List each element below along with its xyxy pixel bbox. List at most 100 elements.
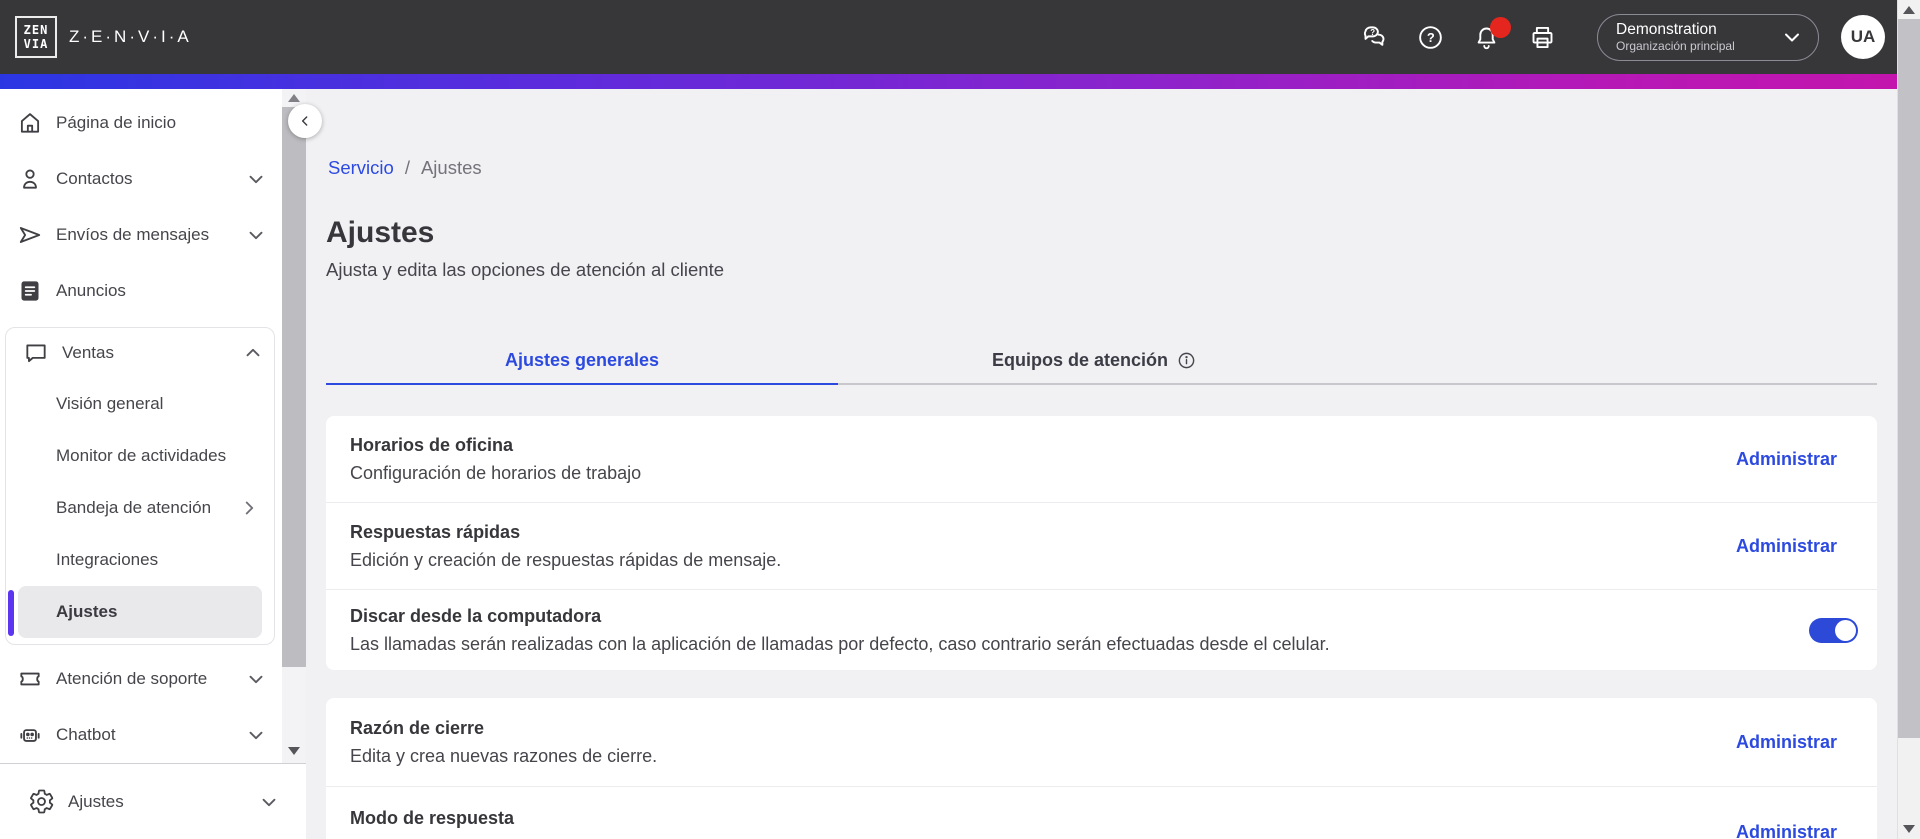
- setting-description: Edición y creación de respuestas rápidas…: [350, 549, 782, 570]
- selected-indicator-bar: [8, 590, 14, 636]
- send-icon: [17, 222, 43, 248]
- settings-card-1: Horarios de oficina Configuración de hor…: [326, 416, 1877, 670]
- sidebar-item-label: Anuncios: [56, 281, 126, 300]
- robot-icon: [17, 722, 43, 748]
- setting-title: Respuestas rápidas: [350, 521, 521, 542]
- sidebar-subitem-integraciones[interactable]: Integraciones: [6, 534, 274, 586]
- chevron-down-icon: [245, 668, 267, 690]
- setting-description: Edita y crea nuevas razones de cierre.: [350, 745, 658, 766]
- sidebar-item-label: Contactos: [56, 169, 133, 188]
- page-scrollbar[interactable]: [1897, 0, 1920, 839]
- sidebar-group-ventas: Ventas Visión general Monitor de activid…: [5, 327, 275, 645]
- breadcrumb: Servicio / Ajustes: [326, 157, 1877, 179]
- tab-ajustes-generales[interactable]: Ajustes generales: [326, 337, 838, 385]
- sidebar-scrollbar[interactable]: [282, 89, 306, 763]
- gear-icon: [28, 788, 55, 815]
- sidebar-scrollbar-thumb[interactable]: [282, 107, 306, 667]
- sidebar-item-anuncios[interactable]: Anuncios: [0, 263, 282, 319]
- setting-row-respuestas-rapidas: Respuestas rápidas Edición y creación de…: [326, 503, 1877, 589]
- organization-name: Demonstration: [1616, 21, 1717, 38]
- scroll-up-arrow[interactable]: [1903, 6, 1915, 14]
- sidebar-item-ventas[interactable]: Ventas: [6, 328, 274, 378]
- sidebar-item-label: Chatbot: [56, 725, 116, 744]
- sidebar-subitem-label: Bandeja de atención: [56, 498, 212, 517]
- chevron-down-icon: [245, 168, 267, 190]
- scroll-down-arrow[interactable]: [288, 747, 300, 755]
- home-icon: [17, 110, 43, 136]
- sidebar-item-label: Página de inicio: [56, 113, 177, 132]
- chevron-up-icon: [242, 342, 264, 364]
- tab-equipos-de-atencion[interactable]: Equipos de atención: [838, 337, 1350, 383]
- top-header: ZEN VIA Z·E·N·V·I·A ? ? Demonstration Or…: [0, 0, 1897, 74]
- setting-title: Discar desde la computadora: [350, 605, 602, 626]
- sidebar-scroll-area: Página de inicio Contactos Envíos de men…: [0, 89, 282, 763]
- tab-bar: Ajustes generales Equipos de atención: [326, 337, 1877, 385]
- chevron-right-icon: [238, 497, 260, 519]
- sidebar-item-envios-de-mensajes[interactable]: Envíos de mensajes: [0, 207, 282, 263]
- sidebar-subitem-monitor-de-actividades[interactable]: Monitor de actividades: [6, 430, 274, 482]
- notifications-icon[interactable]: [1473, 16, 1511, 51]
- svg-text:?: ?: [1427, 30, 1435, 45]
- organization-subtitle: Organización principal: [1616, 39, 1735, 53]
- zenvia-logo-icon: ZEN VIA: [15, 16, 57, 58]
- chevron-down-icon: [245, 724, 267, 746]
- info-icon[interactable]: [1177, 351, 1196, 370]
- administrar-link[interactable]: Administrar: [1736, 822, 1837, 839]
- sidebar-subitem-bandeja-de-atencion[interactable]: Bandeja de atención: [6, 482, 274, 534]
- tab-label: Ajustes generales: [504, 349, 660, 370]
- print-icon[interactable]: [1529, 24, 1556, 51]
- news-icon: [17, 278, 43, 304]
- person-icon: [17, 166, 43, 192]
- page-scrollbar-thumb[interactable]: [1898, 19, 1920, 738]
- setting-row-modo-de-respuesta: Modo de respuesta Administrar: [326, 787, 1877, 839]
- settings-card-2: Razón de cierre Edita y crea nuevas razo…: [326, 698, 1877, 839]
- sidebar-item-atencion-de-soporte[interactable]: Atención de soporte: [0, 651, 282, 707]
- administrar-link[interactable]: Administrar: [1736, 732, 1837, 753]
- brand-gradient-bar: [0, 74, 1897, 89]
- sidebar-subitem-vision-general[interactable]: Visión general: [6, 378, 274, 430]
- sidebar-item-ajustes-bottom[interactable]: Ajustes: [0, 764, 306, 839]
- sidebar-item-label: Atención de soporte: [56, 669, 208, 688]
- sidebar-item-label: Envíos de mensajes: [56, 225, 210, 244]
- page-title: Ajustes: [326, 216, 435, 249]
- chevron-down-icon: [258, 791, 280, 813]
- setting-title: Horarios de oficina: [350, 434, 514, 455]
- sidebar-item-contactos[interactable]: Contactos: [0, 151, 282, 207]
- sidebar-subitem-label: Integraciones: [56, 550, 159, 569]
- sidebar-item-chatbot[interactable]: Chatbot: [0, 707, 282, 763]
- chevron-down-icon: [245, 224, 267, 246]
- sidebar-subitem-label: Monitor de actividades: [56, 446, 227, 465]
- administrar-link[interactable]: Administrar: [1736, 449, 1837, 470]
- notification-badge: [1490, 16, 1511, 38]
- user-avatar[interactable]: UA: [1841, 15, 1885, 59]
- setting-title: Modo de respuesta: [350, 808, 515, 828]
- chevron-left-icon: [301, 116, 308, 126]
- sidebar-collapse-button[interactable]: [288, 104, 322, 138]
- sidebar-item-pagina-de-inicio[interactable]: Página de inicio: [0, 95, 282, 151]
- breadcrumb-separator: /: [404, 157, 410, 178]
- breadcrumb-link-servicio[interactable]: Servicio: [328, 157, 394, 179]
- logo-row-1: ZEN: [23, 22, 49, 37]
- page-subtitle: Ajusta y edita las opciones de atención …: [326, 259, 725, 280]
- organization-selector[interactable]: Demonstration Organización principal: [1597, 13, 1819, 61]
- setting-row-discar-desde-la-computadora: Discar desde la computadora Las llamadas…: [326, 590, 1877, 670]
- sidebar-item-label: Ventas: [62, 343, 114, 362]
- tab-label: Equipos de atención: [991, 349, 1169, 370]
- scroll-down-arrow[interactable]: [1903, 825, 1915, 833]
- sidebar-subitem-label: Visión general: [56, 394, 164, 413]
- chevron-down-icon: [1785, 33, 1799, 42]
- help-icon[interactable]: ?: [1417, 24, 1444, 51]
- administrar-link[interactable]: Administrar: [1736, 536, 1837, 557]
- sidebar-subitem-ajustes[interactable]: Ajustes: [18, 586, 262, 638]
- setting-row-horarios-de-oficina: Horarios de oficina Configuración de hor…: [326, 416, 1877, 502]
- setting-title: Razón de cierre: [350, 717, 485, 738]
- sidebar-item-label: Ajustes: [68, 791, 124, 811]
- dial-from-computer-toggle[interactable]: [1809, 617, 1858, 643]
- setting-row-razon-de-cierre: Razón de cierre Edita y crea nuevas razo…: [326, 698, 1877, 786]
- scroll-up-arrow[interactable]: [288, 94, 300, 102]
- setting-description: Configuración de horarios de trabajo: [350, 462, 642, 483]
- chat-bubble-icon: [23, 340, 49, 366]
- sidebar-subitem-label: Ajustes: [56, 602, 118, 621]
- chat-help-icon[interactable]: ?: [1361, 24, 1388, 51]
- breadcrumb-current: Ajustes: [420, 157, 482, 178]
